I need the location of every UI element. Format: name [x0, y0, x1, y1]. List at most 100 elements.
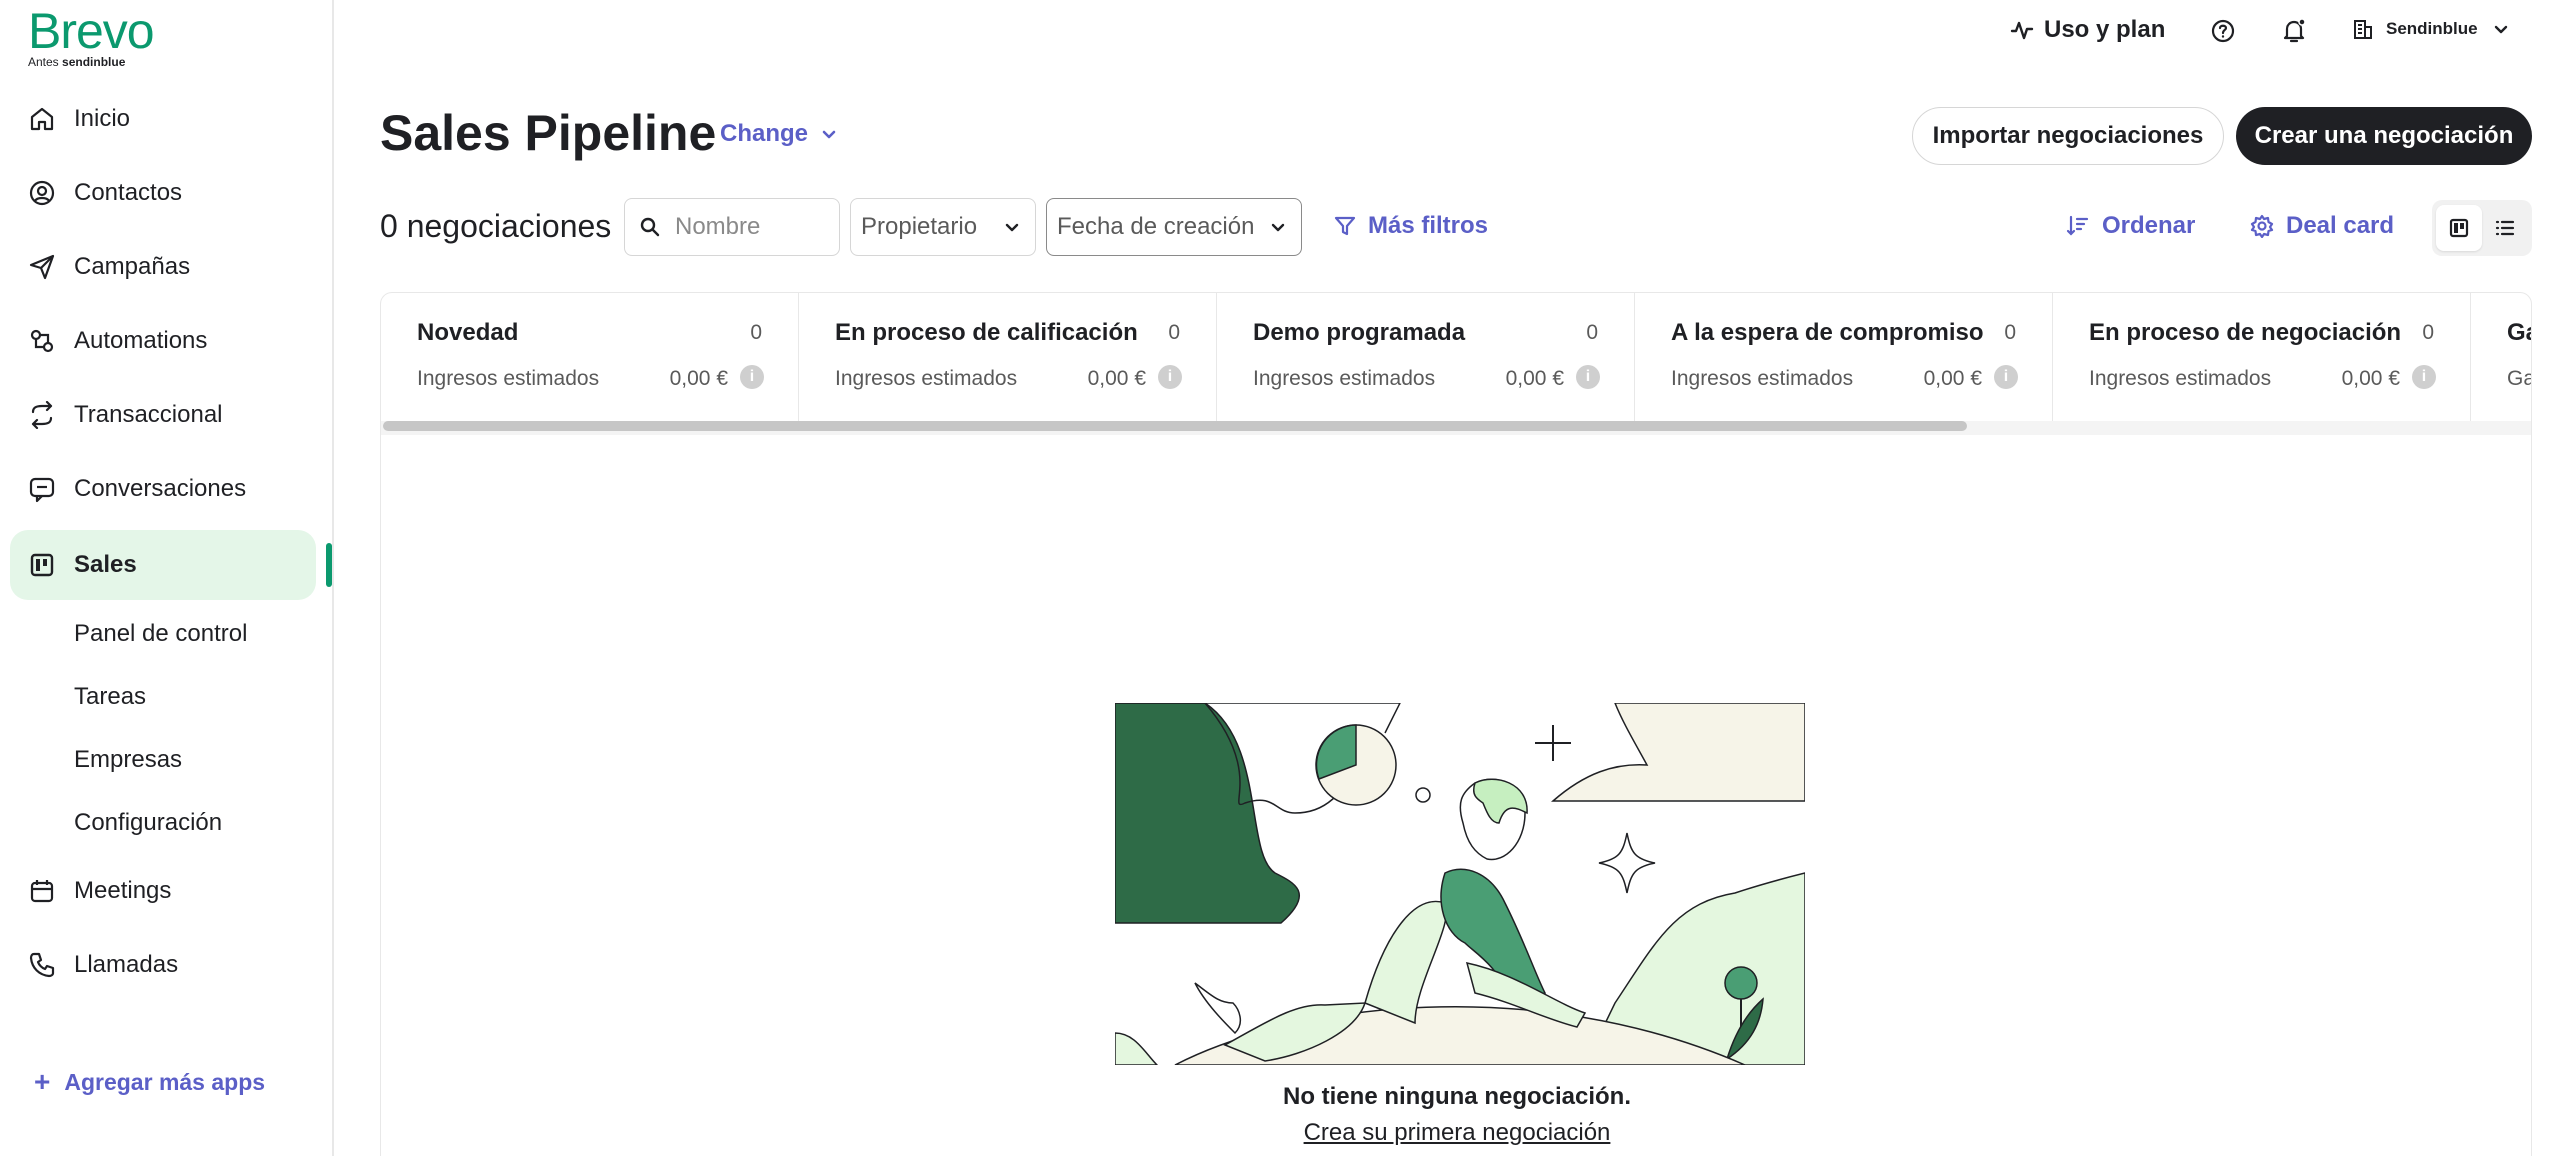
create-deal-button[interactable]: Crear una negociación	[2236, 107, 2532, 165]
sidebar-subitem-tareas[interactable]: Tareas	[74, 683, 146, 711]
stage-revenue-label: Ingresos estimados	[1253, 367, 1436, 390]
stage-amount: 0,00 €	[1923, 367, 1982, 390]
stage-column-header: Ga Ga	[2471, 293, 2531, 427]
stage-count: 0	[2422, 321, 2434, 344]
order-button[interactable]: Ordenar	[2066, 212, 2195, 240]
automations-icon	[30, 329, 54, 353]
change-pipeline-button[interactable]: Change	[720, 120, 838, 148]
view-toggle	[2432, 200, 2532, 256]
info-icon[interactable]: i	[740, 365, 764, 389]
chevron-down-icon	[2494, 25, 2507, 34]
stage-count: 0	[1168, 321, 1180, 344]
logo-wordmark: Brevo	[28, 3, 155, 59]
info-icon[interactable]: i	[1994, 365, 2018, 389]
stage-revenue-label: Ingresos estimados	[417, 367, 600, 390]
send-icon	[29, 254, 55, 280]
plus-icon: +	[34, 1066, 51, 1097]
logo-sub-name: sendinblue	[62, 55, 126, 69]
info-icon[interactable]: i	[1576, 365, 1600, 389]
phone-icon	[29, 952, 55, 978]
sales-icon	[30, 553, 54, 577]
order-label: Ordenar	[2102, 212, 2196, 239]
stage-column-header: Novedad 0 Ingresos estimados 0,00 € i	[381, 293, 799, 427]
active-indicator	[326, 543, 332, 587]
speech-bubble	[1551, 703, 1805, 802]
sidebar-item-sales[interactable]: Sales	[10, 530, 316, 600]
sidebar-subitem-empresas[interactable]: Empresas	[74, 746, 182, 774]
deal-card-label: Deal card	[2286, 212, 2395, 239]
stage-name: Demo programada	[1253, 319, 1466, 346]
sidebar-item-label: Inicio	[74, 105, 131, 132]
stage-revenue-label: Ingresos estimados	[1671, 367, 1854, 390]
deal-card-button[interactable]: Deal card	[2250, 212, 2394, 240]
stage-revenue-label: Ga	[2507, 367, 2531, 390]
sidebar-item-label: Transaccional	[74, 401, 223, 428]
chevron-down-icon	[1005, 223, 1019, 232]
sidebar-item-automations[interactable]: Automations	[10, 306, 316, 376]
owner-select[interactable]: Propietario	[850, 198, 1036, 256]
change-label: Change	[720, 120, 809, 147]
sidebar-subitem-panel[interactable]: Panel de control	[74, 620, 247, 648]
sidebar-item-llamadas[interactable]: Llamadas	[10, 930, 316, 1000]
more-filters-button[interactable]: Más filtros	[1334, 212, 1488, 240]
stage-amount: 0,00 €	[2341, 367, 2400, 390]
board-view-button[interactable]	[2436, 205, 2482, 251]
sidebar-item-conversaciones[interactable]: Conversaciones	[10, 454, 316, 524]
stage-name: Novedad	[417, 319, 519, 346]
sidebar-item-transaccional[interactable]: Transaccional	[10, 380, 316, 450]
gear-icon	[2250, 214, 2274, 238]
sidebar-item-contactos[interactable]: Contactos	[10, 158, 316, 228]
empty-state-illustration	[1115, 703, 1805, 1065]
list-view-icon	[2495, 220, 2515, 236]
stage-headers: Novedad 0 Ingresos estimados 0,00 € i En…	[381, 293, 2531, 427]
chat-icon	[29, 477, 55, 503]
contacts-icon	[29, 180, 55, 206]
search-input[interactable]	[675, 213, 825, 241]
info-icon[interactable]: i	[2412, 365, 2436, 389]
owner-select-label: Propietario	[861, 213, 978, 240]
search-icon	[640, 217, 660, 237]
sidebar-item-label: Meetings	[74, 877, 172, 904]
stage-count: 0	[2004, 321, 2016, 344]
sidebar-item-label: Contactos	[74, 179, 183, 206]
info-icon[interactable]: i	[1158, 365, 1182, 389]
sidebar-item-campanas[interactable]: Campañas	[10, 232, 316, 302]
stage-column-header: A la espera de compromiso 0 Ingresos est…	[1635, 293, 2053, 427]
list-view-button[interactable]	[2482, 205, 2528, 251]
stage-count: 0	[1586, 321, 1598, 344]
empty-state-link-wrap: Crea su primera negociación	[381, 1119, 2531, 1147]
create-first-deal-link[interactable]: Crea su primera negociación	[1304, 1119, 1611, 1146]
stage-column-header: En proceso de calificación 0 Ingresos es…	[799, 293, 1217, 427]
usage-plan-button[interactable]: Uso y plan	[2010, 16, 2165, 44]
board-view-icon	[2449, 218, 2469, 238]
account-menu[interactable]: Sendinblue	[2352, 18, 2510, 40]
brevo-logo[interactable]: Brevo Antes sendinblue	[28, 3, 155, 69]
date-select-label: Fecha de creación	[1057, 213, 1255, 240]
sidebar-item-label: Conversaciones	[74, 475, 247, 502]
page-title: Sales Pipeline	[380, 105, 717, 161]
stage-amount: 0,00 €	[1505, 367, 1564, 390]
account-name: Sendinblue	[2386, 19, 2478, 38]
sort-icon	[2066, 215, 2089, 236]
stage-amount: 0,00 €	[669, 367, 728, 390]
stage-amount: 0,00 €	[1087, 367, 1146, 390]
add-apps-button[interactable]: + Agregar más apps	[34, 1068, 265, 1096]
search-field[interactable]	[624, 198, 840, 256]
stage-count: 0	[750, 321, 762, 344]
import-deals-button[interactable]: Importar negociaciones	[1912, 107, 2224, 165]
sidebar-item-meetings[interactable]: Meetings	[10, 856, 316, 926]
creation-date-select[interactable]: Fecha de creación	[1046, 198, 1302, 256]
empty-state-title: No tiene ninguna negociación.	[1282, 1083, 1632, 1110]
dark-green-shape	[1115, 703, 1301, 924]
stage-name: A la espera de compromiso	[1671, 319, 1984, 346]
bell-icon[interactable]	[2280, 17, 2308, 45]
chevron-down-icon	[1271, 223, 1285, 232]
sidebar-item-inicio[interactable]: Inicio	[10, 84, 316, 154]
sidebar-subitem-configuracion[interactable]: Configuración	[74, 809, 222, 837]
stage-revenue-label: Ingresos estimados	[835, 367, 1018, 390]
help-icon[interactable]	[2210, 18, 2236, 44]
stage-column-header: En proceso de negociación 0 Ingresos est…	[2053, 293, 2471, 427]
stage-name: En proceso de calificación	[835, 319, 1138, 346]
deal-count: 0 negociaciones	[380, 208, 612, 244]
horizontal-scrollbar-thumb[interactable]	[383, 421, 1967, 431]
